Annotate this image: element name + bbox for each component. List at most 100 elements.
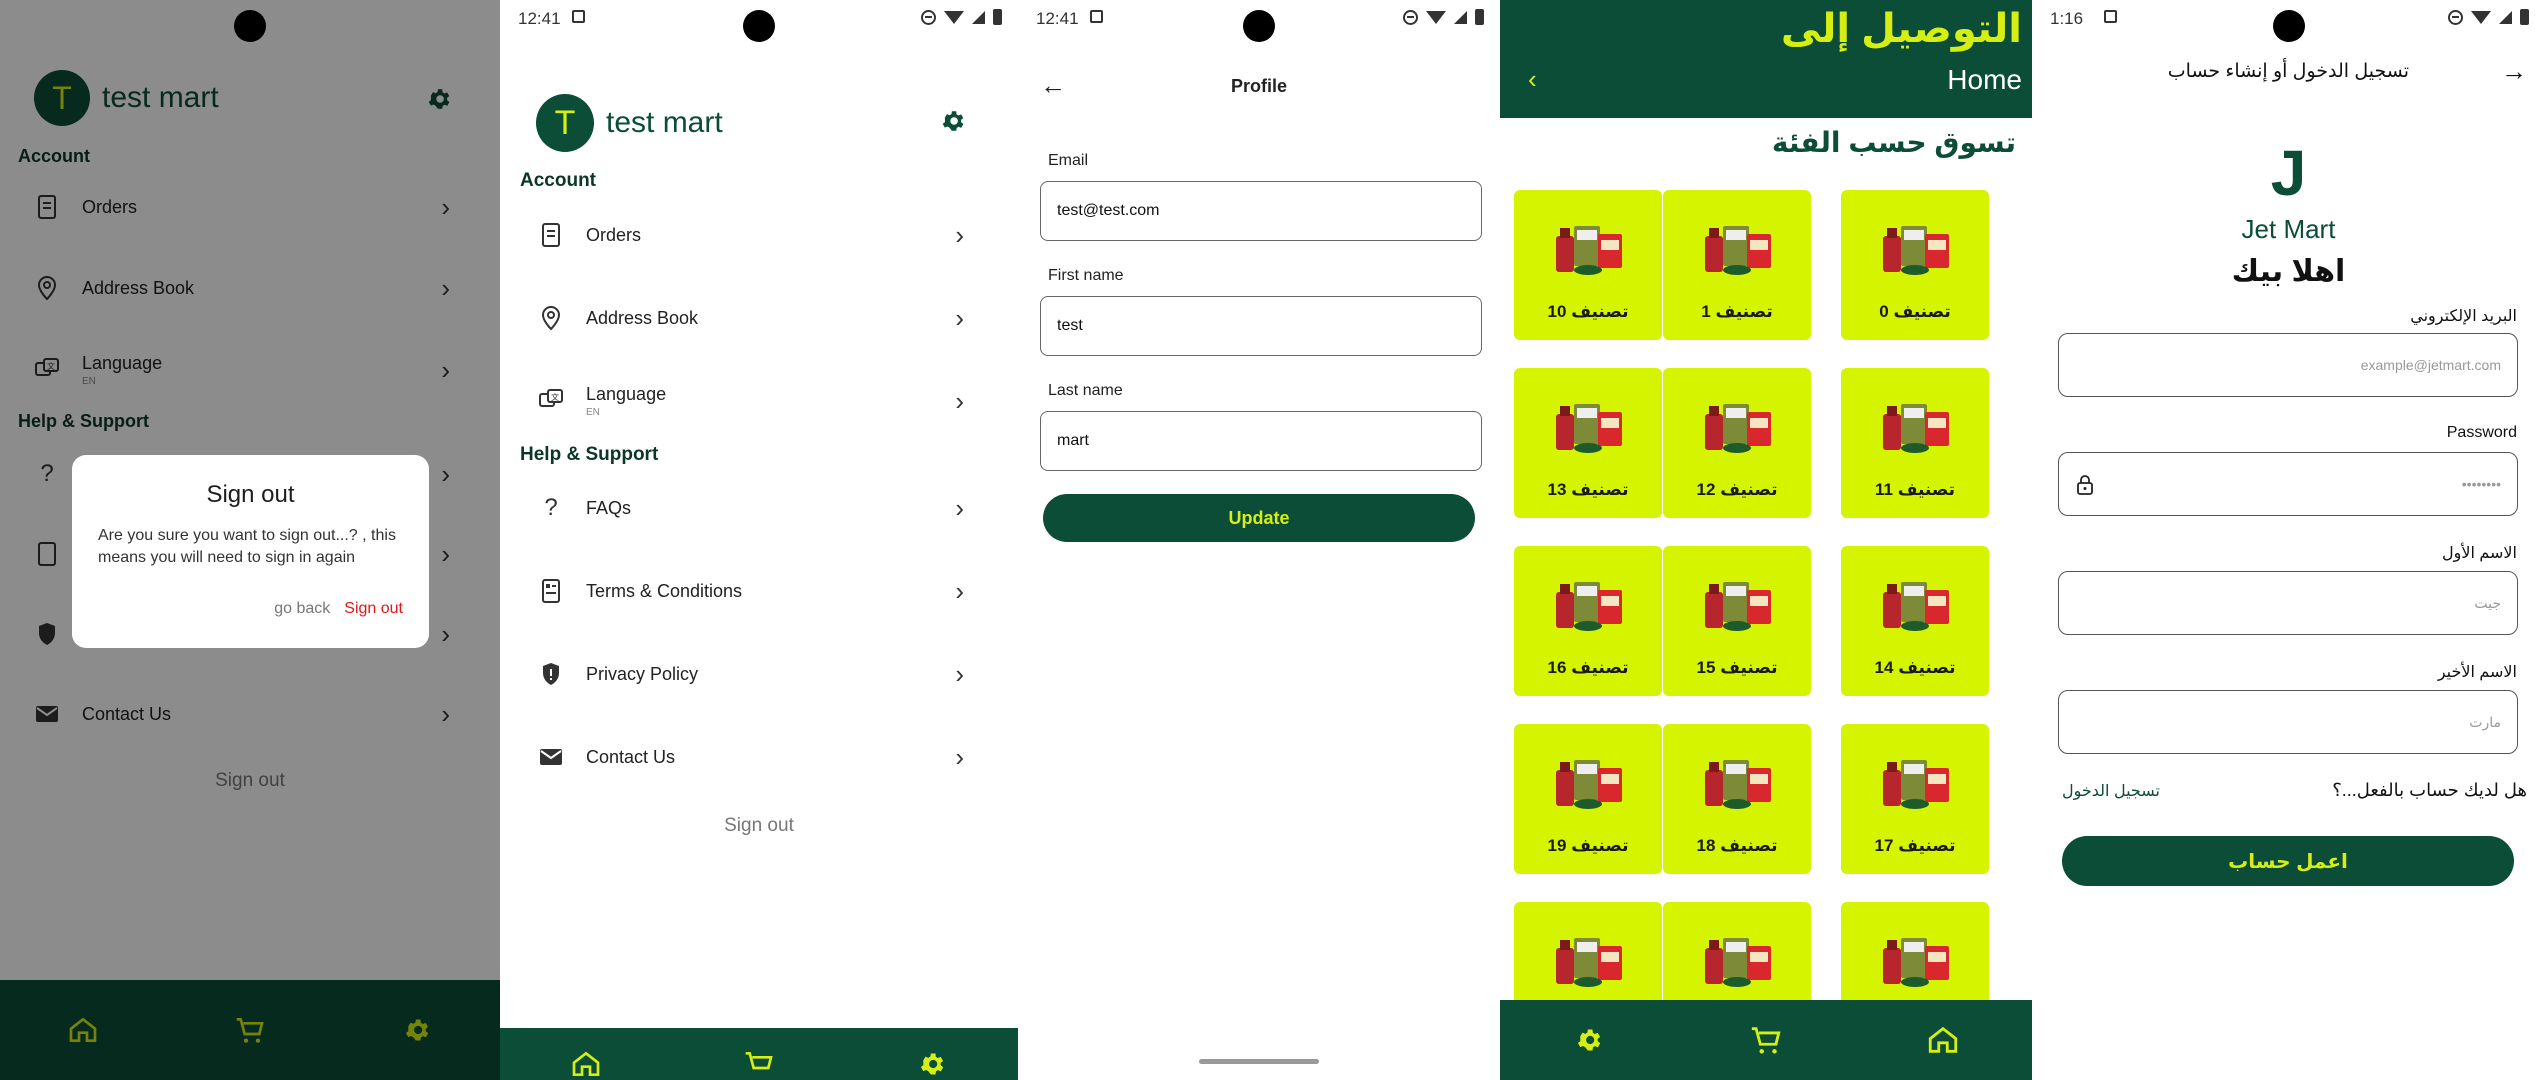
category-tile[interactable]: تصنيف 16	[1514, 546, 1662, 696]
dnd-icon	[921, 9, 936, 25]
chevron-right-icon: ›	[955, 742, 964, 772]
screen-categories: التوصيل إلى Home ‹ تسوق حسب الفئة تصنيف …	[1500, 0, 2032, 1080]
category-tile[interactable]: تصنيف 12	[1663, 368, 1811, 518]
login-link[interactable]: تسجيل الدخول	[2062, 781, 2160, 801]
menu-label: Language EN	[586, 384, 666, 418]
category-image	[1552, 222, 1624, 276]
page-title: تسجيل الدخول أو إنشاء حساب	[2167, 61, 2409, 82]
delivery-title: التوصيل إلى	[1780, 7, 2022, 51]
last-name-field[interactable]: مارت	[2058, 690, 2518, 754]
brand-name: test mart	[606, 106, 723, 139]
password-placeholder: ••••••••	[2461, 476, 2501, 492]
category-image	[1879, 578, 1951, 632]
svg-text:文: 文	[551, 392, 559, 402]
have-account-text: هل لديك حساب بالفعل...؟	[2332, 780, 2527, 800]
first-name-placeholder: جيت	[2474, 594, 2501, 611]
menu-label: FAQs	[586, 497, 632, 518]
section-title: تسوق حسب الفئة	[1771, 127, 2016, 158]
back-arrow-icon[interactable]: →	[2501, 56, 2527, 87]
menu-label: Terms & Conditions	[586, 580, 743, 601]
email-field[interactable]: example@jetmart.com	[2058, 333, 2518, 397]
category-tile[interactable]: تصنيف 19	[1514, 724, 1662, 874]
first-name-label: First name	[1048, 267, 1124, 284]
language-label: Language	[586, 384, 667, 404]
last-name-field[interactable]: mart	[1040, 411, 1482, 471]
signal-icon	[2499, 10, 2512, 24]
category-tile[interactable]: تصنيف 18	[1663, 724, 1811, 874]
category-tile[interactable]: تصنيف 1	[1663, 190, 1811, 340]
status-bar: 12:41	[1018, 0, 1500, 42]
category-tile[interactable]	[1514, 902, 1662, 1000]
category-tile[interactable]: تصنيف 17	[1841, 724, 1989, 874]
signal-icon	[972, 10, 985, 24]
screen-profile: 12:41 ← Profile Email test@test.com Firs…	[1018, 0, 1500, 1080]
category-label: تصنيف 12	[1696, 480, 1778, 499]
cart-icon[interactable]	[739, 1044, 779, 1080]
category-image	[1552, 400, 1624, 454]
bottom-nav	[500, 1028, 1018, 1080]
first-name-field[interactable]: test	[1040, 296, 1482, 356]
gear-icon[interactable]	[1569, 1020, 1609, 1060]
confirm-sign-out-button[interactable]: Sign out	[344, 600, 403, 618]
category-image	[1701, 756, 1773, 810]
menu-label: Contact Us	[586, 746, 676, 767]
chevron-left-icon[interactable]: ‹	[1528, 64, 1537, 95]
dialog-actions: go back Sign out	[274, 600, 403, 618]
delivery-location[interactable]: Home	[1947, 64, 2022, 96]
menu-item-contact[interactable]: Contact Us ›	[536, 742, 964, 772]
dnd-icon	[2448, 9, 2463, 25]
mail-icon	[536, 742, 566, 772]
cart-icon[interactable]	[1746, 1020, 1786, 1060]
category-label: تصنيف 16	[1547, 658, 1629, 677]
category-label: تصنيف 11	[1875, 480, 1955, 499]
category-image	[1552, 934, 1624, 988]
menu-item-faqs[interactable]: ? FAQs ›	[536, 493, 964, 523]
category-label: تصنيف 14	[1874, 658, 1956, 677]
category-tile[interactable]: تصنيف 11	[1841, 368, 1989, 518]
category-tile[interactable]: تصنيف 10	[1514, 190, 1662, 340]
category-tile[interactable]: تصنيف 15	[1663, 546, 1811, 696]
sign-out-dialog: Sign out Are you sure you want to sign o…	[72, 455, 429, 648]
dialog-title: Sign out	[206, 481, 295, 508]
category-tile[interactable]: تصنيف 13	[1514, 368, 1662, 518]
wifi-icon	[2471, 10, 2491, 24]
document-icon	[536, 576, 566, 606]
sign-out-link[interactable]: Sign out	[500, 815, 1018, 837]
category-grid: تصنيف 0 تصنيف 1 تصنيف 10 تصنيف 11 تصنيف 12 تص…	[1514, 190, 2020, 1000]
go-back-button[interactable]: go back	[274, 600, 330, 618]
dialog-message: Are you sure you want to sign out...? , …	[98, 527, 396, 566]
home-indicator	[1199, 1059, 1319, 1064]
create-account-button[interactable]: اعمل حساب	[2062, 836, 2514, 886]
category-tile[interactable]: تصنيف 0	[1841, 190, 1989, 340]
home-icon[interactable]	[1923, 1020, 1963, 1060]
section-account: Account	[520, 170, 596, 191]
menu-item-language[interactable]: 文 Language EN ›	[536, 384, 964, 418]
category-image	[1701, 222, 1773, 276]
gear-icon[interactable]	[912, 1044, 952, 1080]
menu-item-terms[interactable]: Terms & Conditions ›	[536, 576, 964, 606]
last-name-label: Last name	[1048, 382, 1123, 399]
menu-item-privacy[interactable]: Privacy Policy ›	[536, 659, 964, 689]
category-tile[interactable]	[1841, 902, 1989, 1000]
logo-mark: J	[2270, 137, 2307, 209]
gear-icon[interactable]	[940, 108, 966, 139]
location-pin-icon	[536, 303, 566, 333]
first-name-field[interactable]: جيت	[2058, 571, 2518, 635]
category-label: تصنيف 1	[1701, 302, 1773, 321]
email-label: Email	[1048, 152, 1089, 169]
email-field[interactable]: test@test.com	[1040, 181, 1482, 241]
menu-item-address-book[interactable]: Address Book ›	[536, 303, 964, 333]
signal-icon	[1454, 10, 1467, 24]
password-field[interactable]: ••••••••	[2058, 452, 2518, 516]
screen-settings: 12:41 T test mart Account Orders › Addre…	[500, 0, 1018, 1080]
screen-settings-dialog: 12:41 T test mart Account Orders › Addre…	[0, 0, 500, 1080]
update-button[interactable]: Update	[1043, 494, 1475, 542]
home-icon[interactable]	[566, 1044, 606, 1080]
menu-item-orders[interactable]: Orders ›	[536, 220, 964, 250]
dnd-icon	[1403, 9, 1418, 25]
status-time: 12:41	[518, 9, 561, 28]
battery-icon	[2520, 9, 2529, 25]
status-icons	[921, 9, 1002, 25]
category-tile[interactable]	[1663, 902, 1811, 1000]
category-tile[interactable]: تصنيف 14	[1841, 546, 1989, 696]
